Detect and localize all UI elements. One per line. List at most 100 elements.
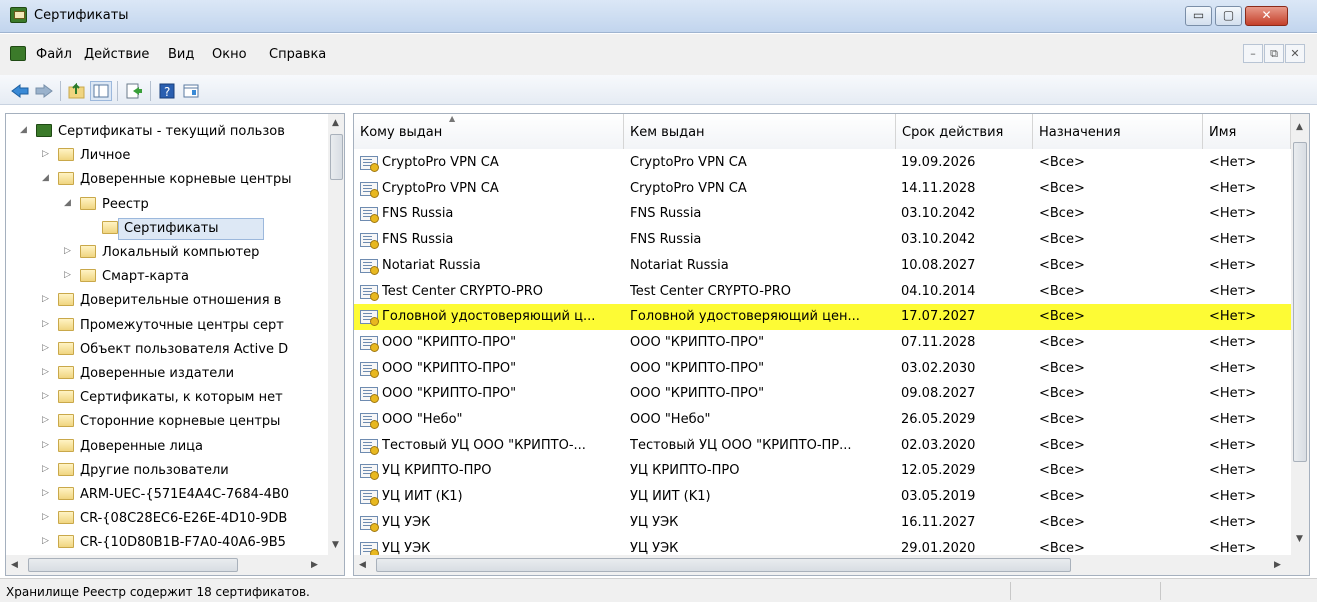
column-expiration[interactable]: Срок действия bbox=[896, 114, 1033, 149]
tree-item[interactable]: ◢ Доверенные корневые центры bbox=[6, 168, 326, 192]
table-row[interactable]: FNS Russia FNS Russia 03.10.2042 <Все> <Нет> bbox=[354, 201, 1293, 227]
column-issued-to[interactable]: ▲ Кому выдан bbox=[354, 114, 624, 149]
minimize-button[interactable]: ▭ bbox=[1185, 6, 1212, 26]
expand-arrow-icon[interactable]: ▷ bbox=[64, 246, 74, 256]
expand-arrow-icon[interactable]: ▷ bbox=[42, 440, 52, 450]
certificate-icon bbox=[360, 284, 379, 301]
list-vertical-scrollbar[interactable]: ▲ ▼ bbox=[1291, 114, 1309, 555]
table-row[interactable]: УЦ ИИТ (K1) УЦ ИИТ (K1) 03.05.2019 <Все> <Не… bbox=[354, 484, 1293, 510]
expand-arrow-icon[interactable]: ▷ bbox=[42, 391, 52, 401]
menu-action[interactable]: Действие bbox=[84, 47, 149, 62]
folder-icon bbox=[80, 245, 96, 258]
collapse-arrow-icon[interactable]: ◢ bbox=[20, 125, 30, 135]
collapse-arrow-icon[interactable]: ◢ bbox=[42, 173, 52, 183]
tree-hscroll-thumb[interactable] bbox=[28, 558, 238, 572]
export-icon[interactable] bbox=[123, 81, 145, 101]
expand-arrow-icon[interactable]: ▷ bbox=[42, 512, 52, 522]
console-icon[interactable] bbox=[10, 46, 26, 61]
tree-item[interactable]: ▷ ARM-UEC-{571E4A4C-7684-4B0 bbox=[6, 483, 326, 507]
expand-arrow-icon[interactable]: ▷ bbox=[42, 464, 52, 474]
expand-arrow-icon[interactable]: ▷ bbox=[64, 270, 74, 280]
expand-arrow-icon[interactable]: ▷ bbox=[42, 319, 52, 329]
show-tree-icon[interactable] bbox=[90, 81, 112, 101]
tree-item[interactable]: ▷ CR-{10D80B1B-F7A0-40A6-9B5 bbox=[6, 531, 326, 555]
tree-item[interactable]: ▷ Доверенные издатели bbox=[6, 362, 326, 386]
mdi-restore-button[interactable]: ⧉ bbox=[1264, 44, 1284, 63]
table-row[interactable]: CryptoPro VPN CA CryptoPro VPN CA 14.11.20… bbox=[354, 176, 1293, 202]
menu-view[interactable]: Вид bbox=[168, 47, 194, 62]
collapse-arrow-icon[interactable]: ◢ bbox=[64, 198, 74, 208]
cell-friendly-name: <Нет> bbox=[1209, 155, 1257, 170]
expand-arrow-icon[interactable]: ▷ bbox=[42, 488, 52, 498]
certificate-icon bbox=[360, 515, 379, 532]
properties-icon[interactable] bbox=[180, 81, 202, 101]
table-row[interactable]: ООО "КРИПТО-ПРО" ООО "КРИПТО-ПРО" 07.11.20… bbox=[354, 330, 1293, 356]
toolbar: ? bbox=[0, 75, 1317, 105]
menu-help[interactable]: Справка bbox=[269, 47, 326, 62]
expand-arrow-icon[interactable]: ▷ bbox=[42, 367, 52, 377]
table-row[interactable]: Notariat Russia Notariat Russia 10.08.2027… bbox=[354, 253, 1293, 279]
cell-expiration: 19.09.2026 bbox=[901, 155, 976, 170]
tree-item[interactable]: ▷ Промежуточные центры серт bbox=[6, 314, 326, 338]
cell-expiration: 02.03.2020 bbox=[901, 437, 976, 453]
cell-friendly-name: <Нет> bbox=[1209, 514, 1257, 530]
table-row[interactable]: Головной удостоверяющий ц... Головной удо… bbox=[354, 304, 1293, 331]
up-folder-icon[interactable] bbox=[66, 81, 88, 101]
cell-expiration: 16.11.2027 bbox=[901, 514, 976, 530]
forward-arrow-icon[interactable] bbox=[33, 81, 55, 101]
column-friendly-name[interactable]: Имя bbox=[1203, 114, 1291, 149]
certificate-list[interactable]: ▲ Кому выдан Кем выдан Срок действия Наз… bbox=[353, 113, 1310, 576]
tree-item[interactable]: Сертификаты bbox=[6, 217, 326, 241]
expand-arrow-icon[interactable]: ▷ bbox=[42, 343, 52, 353]
tree-horizontal-scrollbar[interactable]: ◀ ▶ bbox=[6, 555, 344, 575]
tree-item[interactable]: ▷ Личное bbox=[6, 144, 326, 168]
table-row[interactable]: УЦ УЭК УЦ УЭК 16.11.2027 <Все> <Нет> bbox=[354, 510, 1293, 536]
table-row[interactable]: ООО "КРИПТО-ПРО" ООО "КРИПТО-ПРО" 03.02.20… bbox=[354, 356, 1293, 382]
cell-issued-by: CryptoPro VPN CA bbox=[630, 180, 747, 196]
close-button[interactable]: ✕ bbox=[1245, 6, 1288, 26]
column-purposes[interactable]: Назначения bbox=[1033, 114, 1203, 149]
mdi-close-button[interactable]: ✕ bbox=[1285, 44, 1305, 63]
folder-icon bbox=[58, 438, 74, 452]
tree-item[interactable]: ▷ Доверительные отношения в bbox=[6, 289, 326, 313]
expand-arrow-icon[interactable]: ▷ bbox=[42, 415, 52, 425]
cell-expiration: 12.05.2029 bbox=[901, 463, 976, 479]
cell-friendly-name: <Нет> bbox=[1209, 412, 1257, 427]
tree-item[interactable]: ▷ Сертификаты, к которым нет bbox=[6, 386, 326, 410]
list-scroll-thumb[interactable] bbox=[1293, 142, 1307, 462]
back-arrow-icon[interactable] bbox=[9, 81, 31, 101]
maximize-button[interactable]: ▢ bbox=[1215, 6, 1242, 26]
column-issued-by[interactable]: Кем выдан bbox=[624, 114, 896, 149]
tree-item[interactable]: ▷ Смарт-карта bbox=[6, 265, 326, 289]
tree-item[interactable]: ◢ Сертификаты - текущий пользов bbox=[6, 120, 326, 144]
tree-item[interactable]: ▷ Другие пользователи bbox=[6, 459, 326, 483]
table-row[interactable]: Тестовый УЦ ООО "КРИПТО-... Тестовый УЦ О… bbox=[354, 433, 1293, 459]
expand-arrow-icon[interactable]: ▷ bbox=[42, 536, 52, 546]
expand-arrow-icon[interactable]: ▷ bbox=[42, 149, 52, 159]
console-tree[interactable]: ◢ Сертификаты - текущий пользов ▷ Личное ◢ До… bbox=[5, 113, 345, 576]
help-icon[interactable]: ? bbox=[156, 81, 178, 101]
tree-item[interactable]: ▷ Доверенные лица bbox=[6, 435, 326, 459]
tree-item[interactable]: ▷ CR-{08C28EC6-E26E-4D10-9DB bbox=[6, 507, 326, 531]
tree-scroll-thumb[interactable] bbox=[330, 134, 343, 180]
menu-window[interactable]: Окно bbox=[212, 47, 247, 62]
folder-icon bbox=[58, 535, 74, 549]
tree-item[interactable]: ▷ Локальный компьютер bbox=[6, 241, 326, 265]
tree-item[interactable]: ▷ Сторонние корневые центры bbox=[6, 410, 326, 434]
table-row[interactable]: FNS Russia FNS Russia 03.10.2042 <Все> <Нет> bbox=[354, 227, 1293, 253]
table-row[interactable]: УЦ КРИПТО-ПРО УЦ КРИПТО-ПРО 12.05.2029 <Все… bbox=[354, 458, 1293, 484]
table-row[interactable]: ООО "Небо" ООО "Небо" 26.05.2029 <Все> <Нет> bbox=[354, 407, 1293, 433]
table-row[interactable]: Test Center CRYPTO-PRO Test Center CRYPTO… bbox=[354, 279, 1293, 305]
menu-file[interactable]: Файл bbox=[36, 47, 72, 62]
list-horizontal-scrollbar[interactable]: ◀ ▶ bbox=[354, 555, 1309, 575]
tree-item[interactable]: ▷ Объект пользователя Active D bbox=[6, 338, 326, 362]
tree-vertical-scrollbar[interactable]: ▲ ▼ bbox=[328, 114, 344, 555]
table-row[interactable]: ООО "КРИПТО-ПРО" ООО "КРИПТО-ПРО" 09.08.20… bbox=[354, 381, 1293, 407]
tree-item-label: Доверенные корневые центры bbox=[80, 172, 292, 188]
tree-item[interactable]: ◢ Реестр bbox=[6, 193, 326, 217]
expand-arrow-icon[interactable]: ▷ bbox=[42, 294, 52, 304]
mdi-minimize-button[interactable]: – bbox=[1243, 44, 1263, 63]
list-hscroll-thumb[interactable] bbox=[376, 558, 1071, 572]
table-row[interactable]: CryptoPro VPN CA CryptoPro VPN CA 19.09.20… bbox=[354, 150, 1293, 176]
cell-friendly-name: <Нет> bbox=[1209, 309, 1257, 325]
